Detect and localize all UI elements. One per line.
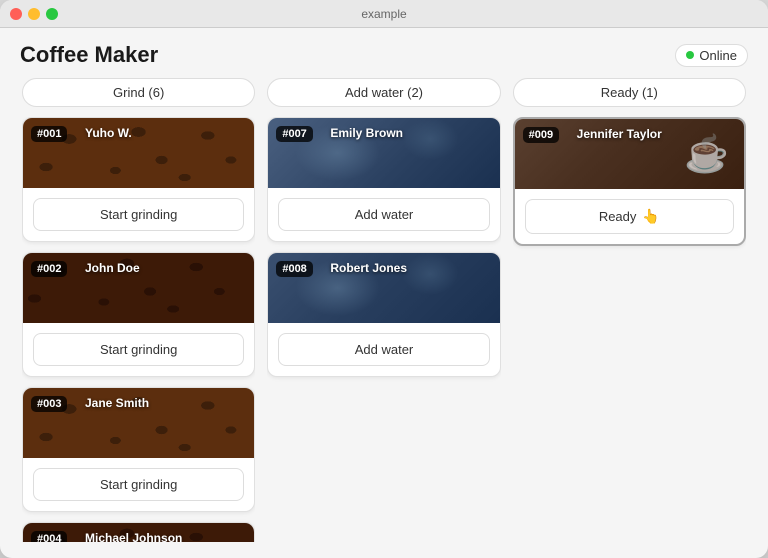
traffic-lights [10,8,58,20]
column-ready: Ready (1) #009 Jennifer Taylor Ready 👆 [507,78,752,542]
card-004: #004 Michael Johnson [22,522,255,542]
card-004-badge: #004 [31,531,67,542]
card-009-button[interactable]: Ready 👆 [525,199,734,234]
status-dot-icon [686,51,694,59]
card-003: #003 Jane Smith Start grinding [22,387,255,512]
card-009-image: #009 Jennifer Taylor [515,119,744,189]
card-008-button[interactable]: Add water [278,333,489,366]
card-009: #009 Jennifer Taylor Ready 👆 [513,117,746,246]
app-title: Coffee Maker [20,42,158,68]
column-ready-cards: #009 Jennifer Taylor Ready 👆 [513,117,746,542]
card-007-name: Emily Brown [330,126,403,140]
app-window: example Coffee Maker Online Grind (6) #0… [0,0,768,558]
minimize-button[interactable] [28,8,40,20]
card-007-badge: #007 [276,126,312,142]
card-002-button[interactable]: Start grinding [33,333,244,366]
maximize-button[interactable] [46,8,58,20]
card-001-button[interactable]: Start grinding [33,198,244,231]
card-008-name: Robert Jones [330,261,407,275]
card-003-name: Jane Smith [85,396,149,410]
card-003-image: #003 Jane Smith [23,388,254,458]
card-004-name: Michael Johnson [85,531,182,542]
column-grind: Grind (6) #001 Yuho W. Start grinding [16,78,261,542]
card-001-action: Start grinding [23,188,254,241]
card-007: #007 Emily Brown Add water [267,117,500,242]
card-008-action: Add water [268,323,499,376]
columns-container: Grind (6) #001 Yuho W. Start grinding [0,78,768,558]
column-ready-header: Ready (1) [513,78,746,107]
column-add-water: Add water (2) #007 Emily Brown Add water [261,78,506,542]
close-button[interactable] [10,8,22,20]
cursor-icon: 👆 [642,208,659,225]
card-001-name: Yuho W. [85,126,132,140]
card-008-image: #008 Robert Jones [268,253,499,323]
card-002-image: #002 John Doe [23,253,254,323]
card-002: #002 John Doe Start grinding [22,252,255,377]
card-008-badge: #008 [276,261,312,277]
card-007-action: Add water [268,188,499,241]
card-001-badge: #001 [31,126,67,142]
card-007-image: #007 Emily Brown [268,118,499,188]
card-002-action: Start grinding [23,323,254,376]
card-009-name: Jennifer Taylor [577,127,662,141]
card-009-action: Ready 👆 [515,189,744,244]
column-add-water-cards: #007 Emily Brown Add water #008 Robert J… [267,117,500,542]
window-title: example [361,7,406,21]
card-003-button[interactable]: Start grinding [33,468,244,501]
card-007-button[interactable]: Add water [278,198,489,231]
card-003-action: Start grinding [23,458,254,511]
card-002-name: John Doe [85,261,140,275]
card-008: #008 Robert Jones Add water [267,252,500,377]
column-add-water-header: Add water (2) [267,78,500,107]
status-label: Online [699,48,737,63]
card-001-image: #001 Yuho W. [23,118,254,188]
app-header: Coffee Maker Online [0,28,768,78]
card-009-badge: #009 [523,127,559,143]
status-badge: Online [675,44,748,67]
card-004-image: #004 Michael Johnson [23,523,254,542]
card-002-badge: #002 [31,261,67,277]
card-009-action-label: Ready [599,209,637,224]
card-001: #001 Yuho W. Start grinding [22,117,255,242]
column-grind-cards: #001 Yuho W. Start grinding #002 John Do… [22,117,255,542]
column-grind-header: Grind (6) [22,78,255,107]
titlebar: example [0,0,768,28]
card-003-badge: #003 [31,396,67,412]
